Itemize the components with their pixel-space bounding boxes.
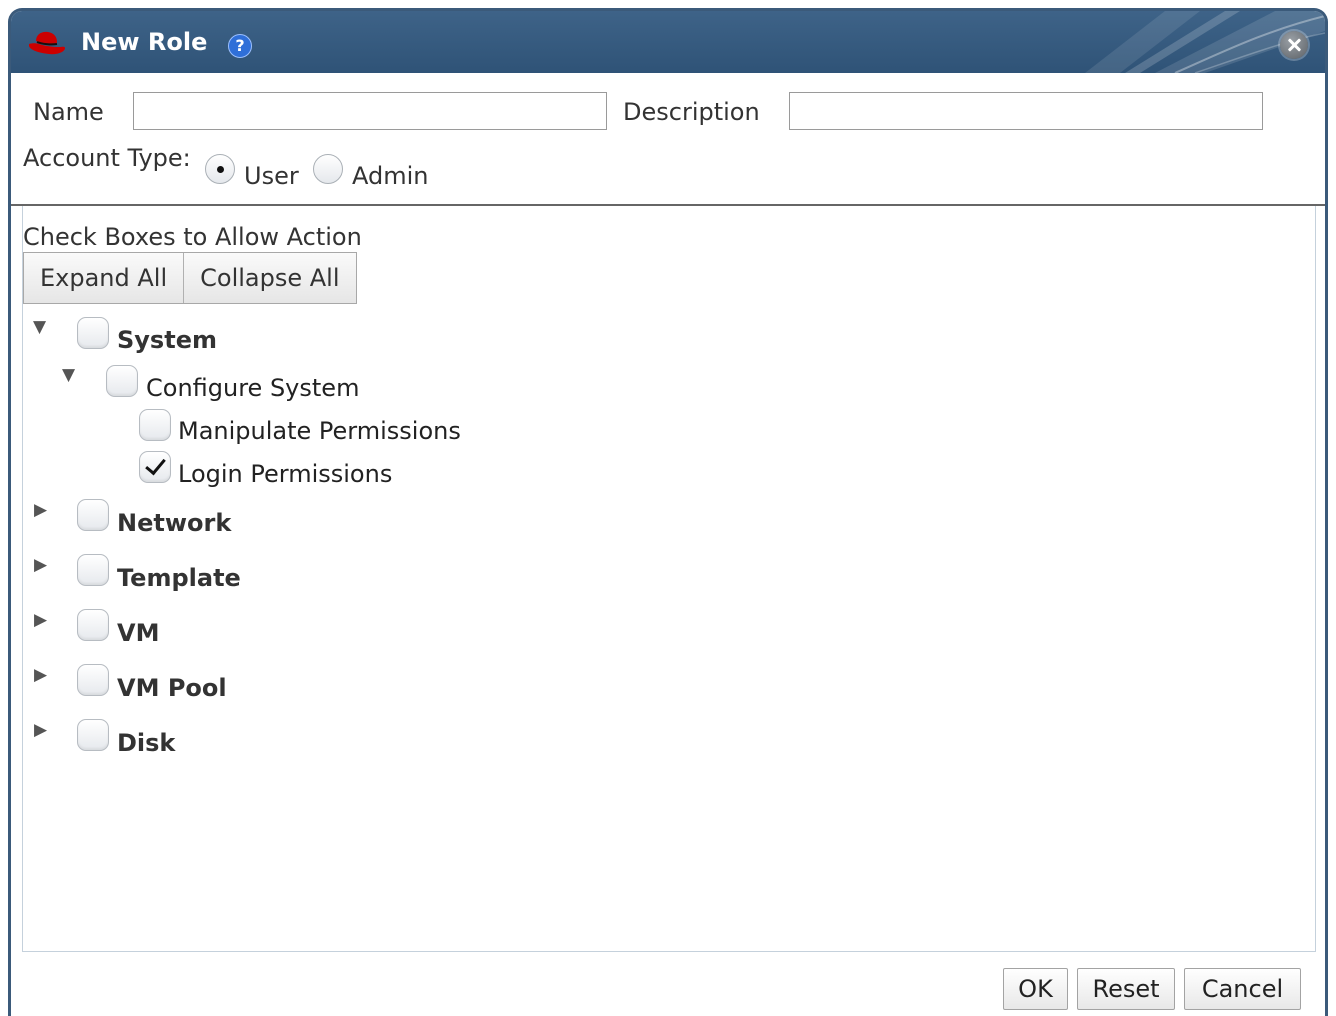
account-type-admin-label[interactable]: Admin bbox=[352, 161, 429, 191]
tree-label-network: Network bbox=[117, 509, 232, 537]
new-role-dialog: New Role ? Name Description Account Type… bbox=[8, 8, 1328, 1016]
tree-checkbox-template[interactable] bbox=[77, 554, 109, 586]
tree-label-manipulate-permissions: Manipulate Permissions bbox=[178, 417, 461, 445]
tree-toggle-vm-pool-collapsed-icon[interactable]: ▶ bbox=[34, 665, 47, 685]
tree-checkbox-disk[interactable] bbox=[77, 719, 109, 751]
tree-toggle-system-expanded-icon[interactable]: ▼ bbox=[33, 317, 46, 337]
reset-button[interactable]: Reset bbox=[1077, 968, 1175, 1010]
tree-checkbox-vm-pool[interactable] bbox=[77, 664, 109, 696]
tree-checkbox-network[interactable] bbox=[77, 499, 109, 531]
close-icon[interactable] bbox=[1280, 31, 1308, 59]
tree-label-template: Template bbox=[117, 564, 241, 592]
account-type-label: Account Type: bbox=[23, 144, 191, 172]
dialog-titlebar[interactable]: New Role ? bbox=[11, 11, 1325, 73]
name-input[interactable] bbox=[133, 92, 607, 130]
tree-checkbox-login-permissions[interactable] bbox=[139, 451, 171, 483]
expand-all-button[interactable]: Expand All bbox=[24, 253, 184, 303]
account-type-user-radio[interactable] bbox=[205, 154, 235, 184]
permissions-heading: Check Boxes to Allow Action bbox=[23, 223, 362, 251]
cancel-button[interactable]: Cancel bbox=[1184, 968, 1301, 1010]
help-icon[interactable]: ? bbox=[228, 34, 252, 58]
account-type-user-label[interactable]: User bbox=[244, 161, 299, 191]
expand-collapse-group: Expand All Collapse All bbox=[23, 252, 357, 304]
tree-label-vm-pool: VM Pool bbox=[117, 674, 227, 702]
ok-button[interactable]: OK bbox=[1003, 968, 1068, 1010]
description-label: Description bbox=[623, 98, 760, 126]
tree-checkbox-vm[interactable] bbox=[77, 609, 109, 641]
name-label: Name bbox=[33, 98, 104, 126]
tree-label-login-permissions: Login Permissions bbox=[178, 460, 393, 488]
tree-label-configure-system: Configure System bbox=[146, 374, 360, 402]
dialog-title: New Role bbox=[81, 28, 208, 56]
tree-label-vm: VM bbox=[117, 619, 160, 647]
tree-toggle-vm-collapsed-icon[interactable]: ▶ bbox=[34, 610, 47, 630]
tree-toggle-disk-collapsed-icon[interactable]: ▶ bbox=[34, 720, 47, 740]
tree-label-system: System bbox=[117, 326, 217, 354]
tree-checkbox-manipulate-permissions[interactable] bbox=[139, 409, 171, 441]
tree-checkbox-system[interactable] bbox=[77, 317, 109, 349]
collapse-all-button[interactable]: Collapse All bbox=[183, 253, 356, 303]
tree-label-disk: Disk bbox=[117, 729, 176, 757]
redhat-logo-icon bbox=[29, 31, 65, 55]
description-input[interactable] bbox=[789, 92, 1263, 130]
tree-toggle-configure-system-expanded-icon[interactable]: ▼ bbox=[62, 365, 75, 385]
tree-toggle-network-collapsed-icon[interactable]: ▶ bbox=[34, 500, 47, 520]
tree-checkbox-configure-system[interactable] bbox=[106, 365, 138, 397]
tree-toggle-template-collapsed-icon[interactable]: ▶ bbox=[34, 555, 47, 575]
account-type-admin-radio[interactable] bbox=[313, 154, 343, 184]
